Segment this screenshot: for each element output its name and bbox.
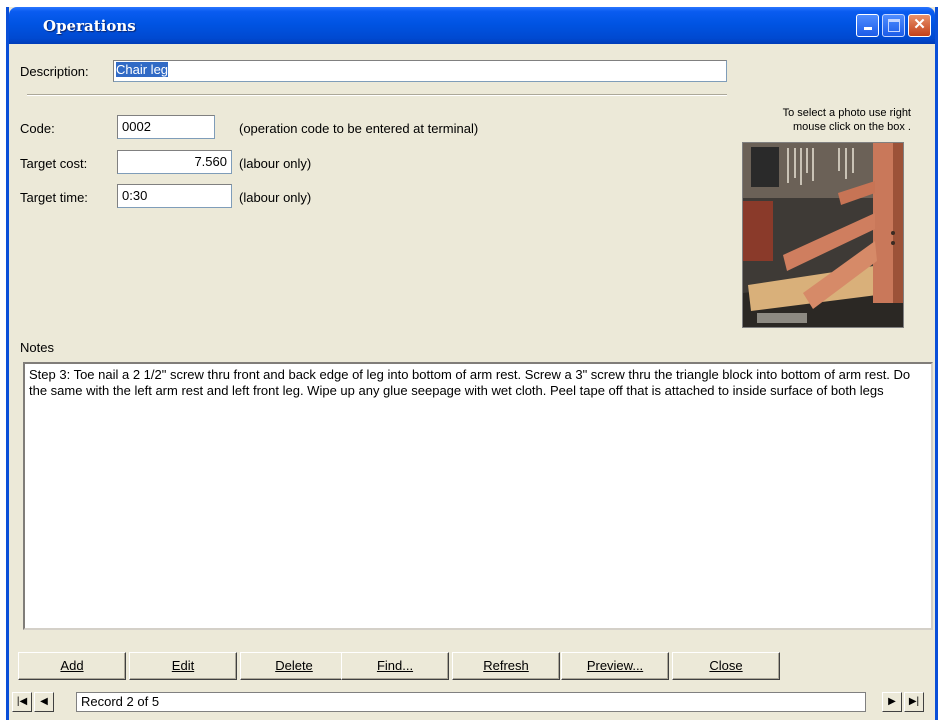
minimize-icon xyxy=(863,27,872,30)
code-label: Code: xyxy=(20,121,55,136)
refresh-button-label: Refresh xyxy=(483,658,529,673)
code-value: 0002 xyxy=(122,119,151,134)
previous-record-icon: ◀ xyxy=(40,696,48,707)
notes-textarea[interactable]: Step 3: Toe nail a 2 1/2" screw thru fro… xyxy=(23,362,933,630)
close-button-label: Close xyxy=(709,658,743,673)
code-hint: (operation code to be entered at termina… xyxy=(239,121,479,136)
record-indicator: Record 2 of 5 xyxy=(76,692,866,712)
preview-button[interactable]: Preview... xyxy=(561,652,669,680)
find-button[interactable]: Find... xyxy=(341,652,449,680)
first-record-icon: |◀ xyxy=(16,696,28,707)
target-time-hint: (labour only) xyxy=(239,190,312,205)
photo-hint: To select a photo use right mouse click … xyxy=(711,106,911,134)
target-cost-label: Target cost: xyxy=(20,156,88,171)
edit-button-label: Edit xyxy=(171,658,195,673)
description-value: Chair leg xyxy=(116,62,169,77)
minimize-button[interactable] xyxy=(856,14,879,37)
photo-hint-line-2: mouse click on the box . xyxy=(792,121,911,133)
edit-button[interactable]: Edit xyxy=(129,652,237,680)
notes-label: Notes xyxy=(20,340,54,355)
next-record-button[interactable]: ▶ xyxy=(882,692,902,712)
target-time-field[interactable]: 0:30 xyxy=(117,184,232,208)
close-button[interactable]: Close xyxy=(672,652,780,680)
preview-button-label: Preview... xyxy=(586,658,644,673)
title-bar[interactable]: Operations ✕ xyxy=(9,7,935,44)
delete-button[interactable]: Delete xyxy=(240,652,348,680)
record-text: Record 2 of 5 xyxy=(81,694,160,709)
photo-hint-line-1: To select a photo use right xyxy=(782,107,911,119)
code-field[interactable]: 0002 xyxy=(117,115,215,139)
target-cost-hint: (labour only) xyxy=(239,156,312,171)
first-record-button[interactable]: |◀ xyxy=(12,692,32,712)
next-record-icon: ▶ xyxy=(888,696,896,707)
add-button-label: Add xyxy=(60,658,84,673)
maximize-button[interactable] xyxy=(882,14,905,37)
close-icon: ✕ xyxy=(913,16,926,33)
last-record-button[interactable]: ▶| xyxy=(904,692,924,712)
add-button[interactable]: Add xyxy=(18,652,126,680)
target-time-label: Target time: xyxy=(20,190,88,205)
target-cost-value: 7.560 xyxy=(194,154,227,169)
operations-window: Operations ✕ Description: Chair leg Code… xyxy=(6,7,938,720)
maximize-icon xyxy=(887,19,900,32)
description-field[interactable]: Chair leg xyxy=(113,60,727,82)
find-button-label: Find... xyxy=(376,658,414,673)
notes-text: Step 3: Toe nail a 2 1/2" screw thru fro… xyxy=(29,367,911,398)
previous-record-button[interactable]: ◀ xyxy=(34,692,54,712)
record-navigation: |◀ ◀ Record 2 of 5 ▶ ▶| xyxy=(9,690,935,714)
description-label: Description: xyxy=(20,64,89,79)
refresh-button[interactable]: Refresh xyxy=(452,652,560,680)
window-title: Operations xyxy=(43,17,136,35)
last-record-icon: ▶| xyxy=(908,696,920,707)
divider xyxy=(27,94,727,96)
target-cost-field[interactable]: 7.560 xyxy=(117,150,232,174)
chair-photo xyxy=(743,143,903,327)
delete-button-label: Delete xyxy=(275,658,313,673)
photo-box[interactable] xyxy=(742,142,904,328)
target-time-value: 0:30 xyxy=(122,188,148,203)
close-window-button[interactable]: ✕ xyxy=(908,14,931,37)
